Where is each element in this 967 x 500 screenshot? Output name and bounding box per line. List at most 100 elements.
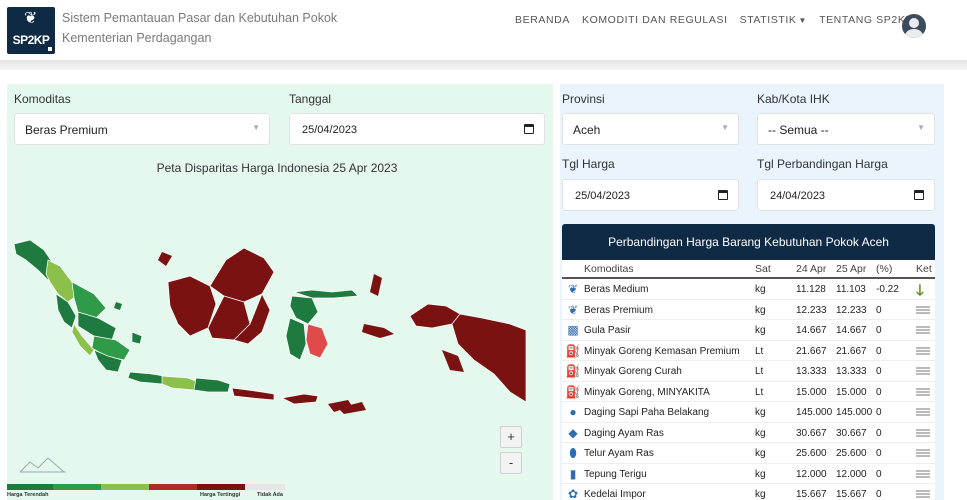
cell-24apr: 21.667: [796, 345, 827, 357]
calendar-icon[interactable]: [524, 124, 534, 134]
calendar-icon[interactable]: [718, 190, 728, 200]
header-komoditas: Komoditas: [584, 263, 634, 275]
cell-25apr: 15.667: [836, 489, 867, 500]
cell-pct: 0: [876, 448, 882, 459]
main-nav: BERANDA KOMODITI DAN REGULASI STATISTIK ▼…: [515, 14, 913, 26]
region-sumut: [45, 259, 77, 303]
cell-pct: -0.22: [876, 284, 899, 295]
cell-25apr: 12.000: [836, 468, 867, 480]
equal-icon: [916, 305, 930, 314]
region-malut: [370, 274, 382, 296]
kab-kota-label: Kab/Kota IHK: [757, 92, 830, 106]
comparison-table: Komoditas Sat 24 Apr 25 Apr (%) Ket ❦ Ber…: [562, 260, 935, 500]
tanggal-input[interactable]: 25/04/2023: [289, 113, 545, 145]
chicken-icon: ◆: [568, 425, 578, 440]
cell-komoditas: Daging Ayam Ras: [584, 427, 664, 439]
cell-sat: kg: [755, 304, 766, 316]
top-header: ❦ SP2KP Sistem Pemantauan Pasar dan Kebu…: [0, 0, 967, 60]
provinsi-select[interactable]: Aceh ▼: [562, 113, 739, 145]
tgl-perbandingan-input[interactable]: 24/04/2023: [757, 179, 935, 211]
table-row: ⬮ Telur Ayam Ras kg 25.600 25.600 0: [562, 443, 935, 464]
comparison-title: Perbandingan Harga Barang Kebutuhan Poko…: [562, 224, 935, 260]
nav-statistik[interactable]: STATISTIK ▼: [740, 14, 807, 26]
zoom-in-button[interactable]: +: [500, 426, 522, 448]
region-bali-nusa: [231, 387, 275, 401]
legend-none-label: Tidak Ada: [257, 492, 283, 498]
cell-sat: kg: [755, 489, 766, 500]
cell-25apr: 25.600: [836, 448, 867, 459]
cell-sat: kg: [755, 284, 766, 295]
zoom-out-button[interactable]: -: [500, 452, 522, 474]
mountain-icon: [19, 457, 66, 473]
oil-icon: ⛽: [565, 384, 581, 399]
sp2kp-logo[interactable]: ❦ SP2KP: [7, 7, 55, 54]
rice-icon: ❦: [567, 302, 579, 317]
cell-25apr: 11.103: [836, 284, 866, 295]
region-ntt: [280, 393, 319, 405]
region-kaltim: [209, 247, 275, 303]
user-avatar[interactable]: [902, 14, 926, 38]
table-header-row: Komoditas Sat 24 Apr 25 Apr (%) Ket: [562, 260, 935, 279]
cell-pct: 0: [876, 427, 882, 439]
equal-icon: [916, 346, 930, 355]
cell-komoditas: Telur Ayam Ras: [584, 448, 654, 459]
calendar-icon[interactable]: [914, 190, 924, 200]
nav-beranda[interactable]: BERANDA: [515, 14, 570, 26]
header-25apr: 25 Apr: [836, 263, 867, 275]
table-row: ◆ Daging Ayam Ras kg 30.667 30.667 0: [562, 423, 935, 443]
equal-icon: [916, 449, 930, 457]
oil-icon: ⛽: [565, 364, 581, 378]
region-jawa-barat: [127, 371, 165, 385]
cell-25apr: 12.233: [836, 304, 867, 316]
cell-24apr: 15.667: [796, 489, 827, 500]
equal-icon: [916, 428, 930, 437]
region-papua-selatan: [442, 350, 464, 372]
cell-25apr: 21.667: [836, 345, 867, 357]
legend-low-label: Harga Terendah: [7, 492, 49, 498]
avatar-body: [905, 29, 923, 38]
cell-25apr: 145.000: [836, 407, 873, 418]
legend-swatch-darkgreen: [7, 484, 53, 490]
legend-swatch-red: [149, 484, 197, 490]
equal-icon: [916, 469, 930, 478]
cell-pct: 0: [876, 325, 882, 336]
cell-25apr: 14.667: [836, 325, 867, 336]
nav-tentang[interactable]: TENTANG SP2KP: [819, 14, 913, 26]
kab-kota-select[interactable]: -- Semua -- ▼: [757, 113, 935, 145]
cell-24apr: 12.000: [796, 468, 827, 480]
komoditas-select-value: Beras Premium: [25, 123, 108, 137]
table-row: ❦ Beras Medium kg 11.128 11.103 -0.22 🡓: [562, 279, 935, 300]
indonesia-disparity-map[interactable]: [12, 232, 532, 432]
equal-icon: [916, 408, 930, 416]
cell-24apr: 11.128: [796, 284, 826, 295]
cell-pct: 0: [876, 489, 882, 500]
table-row: ❦ Beras Premium kg 12.233 12.233 0: [562, 300, 935, 320]
cell-komoditas: Minyak Goreng, MINYAKITA: [584, 386, 710, 398]
egg-icon: ⬮: [569, 446, 577, 460]
kab-kota-select-value: -- Semua --: [768, 123, 829, 137]
tgl-harga-input[interactable]: 25/04/2023: [562, 179, 739, 211]
provinsi-label: Provinsi: [562, 92, 605, 106]
sugar-icon: ▩: [567, 323, 579, 337]
tanggal-label: Tanggal: [289, 92, 332, 106]
nav-komoditi-regulasi[interactable]: KOMODITI DAN REGULASI: [582, 14, 728, 26]
region-sulut: [293, 289, 359, 299]
region-sultra: [305, 323, 329, 359]
cell-sat: kg: [755, 468, 766, 480]
oil-icon: ⛽: [565, 343, 581, 358]
cell-komoditas: Minyak Goreng Curah: [584, 366, 682, 377]
region-sulbar-sulsel: [285, 317, 307, 361]
cell-pct: 0: [876, 468, 882, 480]
cell-pct: 0: [876, 407, 882, 418]
cell-komoditas: Gula Pasir: [584, 325, 631, 336]
cell-sat: kg: [755, 427, 766, 439]
region-jawa-tengah: [161, 375, 199, 391]
table-row: ▮ Tepung Terigu kg 12.000 12.000 0: [562, 464, 935, 484]
cell-24apr: 15.000: [796, 386, 827, 398]
cell-pct: 0: [876, 345, 882, 357]
tgl-harga-value: 25/04/2023: [575, 190, 631, 202]
equal-icon: [916, 490, 930, 498]
cell-komoditas: Minyak Goreng Kemasan Premium: [584, 345, 740, 357]
table-row: ▩ Gula Pasir kg 14.667 14.667 0: [562, 320, 935, 341]
komoditas-select[interactable]: Beras Premium ▼: [14, 113, 270, 145]
